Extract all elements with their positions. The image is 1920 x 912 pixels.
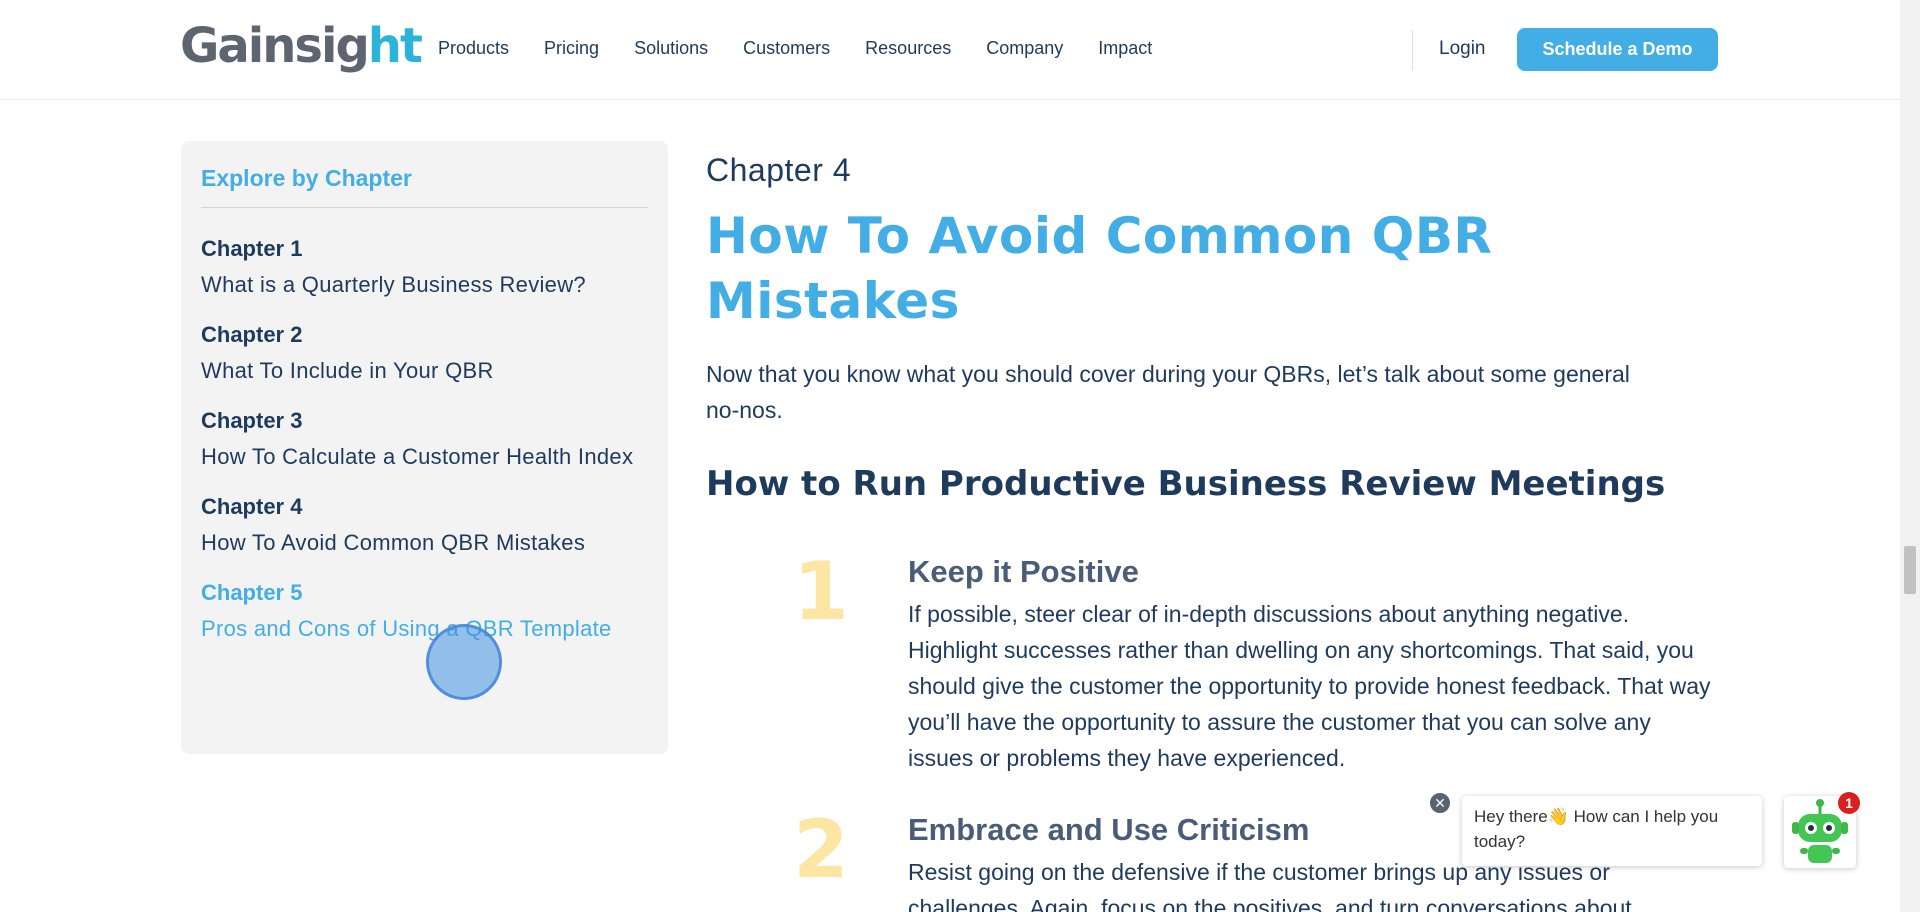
step-number: 1: [793, 545, 849, 638]
gainsight-logo[interactable]: Gainsight: [180, 22, 423, 70]
chat-greeting-bubble[interactable]: Hey there👋 How can I help you today?: [1462, 796, 1762, 866]
schedule-demo-button[interactable]: Schedule a Demo: [1517, 28, 1718, 71]
scrollbar-thumb[interactable]: [1904, 546, 1916, 594]
nav-customers[interactable]: Customers: [743, 38, 830, 59]
step-heading: Keep it Positive: [908, 554, 1139, 589]
chapter-number: Chapter 4: [201, 494, 303, 519]
nav-impact[interactable]: Impact: [1098, 38, 1152, 59]
chapter-link-1[interactable]: Chapter 1 What is a Quarterly Business R…: [201, 231, 648, 303]
logo-text-main: Gainsig: [180, 18, 370, 74]
chapter-eyebrow: Chapter 4: [706, 152, 852, 188]
section-heading: How to Run Productive Business Review Me…: [706, 464, 1666, 504]
chapter-title: How To Avoid Common QBR Mistakes: [201, 530, 586, 555]
page-title: How To Avoid Common QBR Mistakes: [706, 207, 1493, 330]
chapter-title: What is a Quarterly Business Review?: [201, 272, 586, 297]
sidebar-title: Explore by Chapter: [201, 165, 412, 191]
chapter-link-4[interactable]: Chapter 4 How To Avoid Common QBR Mistak…: [201, 489, 648, 561]
chapter-title: Pros and Cons of Using a QBR Template: [201, 616, 612, 641]
chapter-sidebar: Explore by Chapter Chapter 1 What is a Q…: [181, 141, 668, 754]
chapter-link-3[interactable]: Chapter 3 How To Calculate a Customer He…: [201, 403, 648, 475]
login-link[interactable]: Login: [1439, 38, 1486, 60]
page-scrollbar[interactable]: [1900, 0, 1920, 912]
chapter-title: What To Include in Your QBR: [201, 358, 494, 383]
step-number: 2: [793, 803, 849, 896]
chapter-number: Chapter 5: [201, 580, 303, 605]
sidebar-divider: [201, 207, 648, 208]
chapter-title: How To Calculate a Customer Health Index: [201, 444, 634, 469]
nav-company[interactable]: Company: [986, 38, 1063, 59]
chat-notification-badge: 1: [1838, 792, 1860, 814]
cursor-highlight: [426, 624, 502, 700]
chapter-link-5[interactable]: Chapter 5 Pros and Cons of Using a QBR T…: [201, 575, 648, 647]
nav-resources[interactable]: Resources: [865, 38, 951, 59]
step-text: If possible, steer clear of in-depth dis…: [908, 601, 1711, 771]
main-nav: Products Pricing Solutions Customers Res…: [438, 38, 1187, 59]
chapter-number: Chapter 1: [201, 236, 303, 261]
intro-paragraph: Now that you know what you should cover …: [706, 361, 1630, 423]
step-body: Keep it Positive If possible, steer clea…: [908, 552, 1720, 776]
chapter-list: Chapter 1 What is a Quarterly Business R…: [201, 231, 648, 661]
nav-pricing[interactable]: Pricing: [544, 38, 599, 59]
nav-products[interactable]: Products: [438, 38, 509, 59]
chapter-link-2[interactable]: Chapter 2 What To Include in Your QBR: [201, 317, 648, 389]
site-header: Gainsight Products Pricing Solutions Cus…: [0, 0, 1900, 100]
nav-solutions[interactable]: Solutions: [634, 38, 708, 59]
chapter-number: Chapter 2: [201, 322, 303, 347]
logo-text-accent: ht: [367, 18, 423, 74]
header-divider: [1412, 30, 1413, 70]
chat-close-icon[interactable]: ✕: [1428, 791, 1452, 815]
chat-greeting-text: Hey there👋 How can I help you today?: [1474, 807, 1719, 851]
chapter-number: Chapter 3: [201, 408, 303, 433]
main-content: Chapter 4 How To Avoid Common QBR Mistak…: [706, 150, 1720, 506]
